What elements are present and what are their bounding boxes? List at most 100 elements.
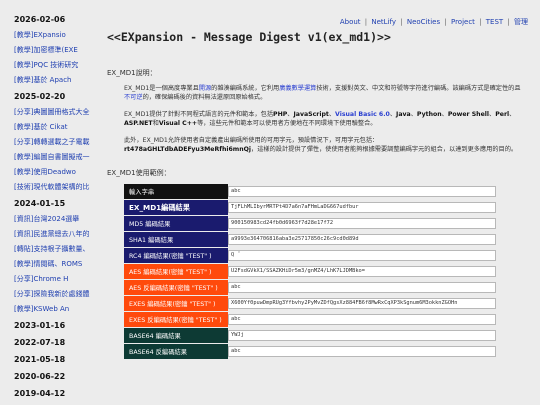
result-field[interactable]: abc: [228, 346, 496, 357]
sidebar-article-link[interactable]: [資訊]台灣2024選舉: [14, 215, 79, 223]
nav-project-link[interactable]: Project: [451, 18, 475, 26]
usage-row: 輸入字串 abc: [124, 184, 498, 200]
usage-label: EX_MD1使用範例：: [107, 169, 171, 177]
usage-row-label: EXES 反編碼結果(密鑰 "TEST" ): [124, 312, 228, 328]
input-string-field[interactable]: abc: [228, 186, 496, 197]
p1-text-a: EX_MD1是一個高度專業且: [124, 85, 199, 92]
nav-netlify-link[interactable]: NetLify: [371, 18, 396, 26]
default-charset: rt478aGHLTdbADEFyu3MeRfhi6mnQj: [124, 146, 252, 153]
result-field[interactable]: TjFLhMLIbyrMRTPt4D7a6n7aFHmLaDG667udfbur: [228, 202, 496, 213]
sidebar-date: 2024-01-15: [14, 199, 66, 208]
sidebar-article-link[interactable]: [教學]基於 Apach: [14, 76, 72, 84]
lang-php: PHP: [273, 111, 288, 118]
usage-row-label: AES 反編碼結果(密鑰 "TEST" ): [124, 280, 228, 296]
usage-row-value-cell: Q ˇ: [228, 248, 498, 264]
usage-row-value-cell: abc: [228, 184, 498, 200]
sidebar-article-link[interactable]: [資訊]民進黨總去八年的: [14, 230, 89, 238]
nav-admin-link[interactable]: 管理: [514, 18, 528, 26]
nav-separator: |: [400, 18, 403, 26]
sidebar-item: [資訊]民進黨總去八年的: [14, 228, 110, 243]
sidebar-date: 2023-01-16: [14, 321, 66, 330]
result-field[interactable]: a9993e364706816aba3e25717850c26c9cd0d89d: [228, 234, 496, 245]
open-source-link[interactable]: 開源: [199, 85, 211, 92]
sidebar-article-link[interactable]: [教學]使用Deadwo: [14, 168, 76, 176]
sidebar-item: [分享]典圖圖冊格式大全: [14, 106, 110, 121]
usage-row-value-cell: 900150983cd24fb0d6963f7d28e17f72: [228, 216, 498, 232]
result-field[interactable]: 900150983cd24fb0d6963f7d28e17f72: [228, 218, 496, 229]
usage-row-label: BASE64 反編碼結果: [124, 344, 228, 360]
irreversible-link[interactable]: 不可逆: [124, 94, 143, 101]
sidebar-item: [分享]Chrome H: [14, 273, 110, 288]
usage-row-value-cell: abc: [228, 312, 498, 328]
p1-text-c: 技術，支援對英文、中文和符號等字符進行編碼。該編碼方式是確定性的且: [316, 85, 521, 92]
sidebar-date: 2026-02-06: [14, 15, 66, 24]
sidebar-item: [分享]探險我新於處錢體: [14, 288, 110, 303]
lang-python: Python: [416, 111, 442, 118]
result-field[interactable]: U2FsdGVkX1/SSAZKHiDr5m3/gnMZ4/LhK7LJDMBk…: [228, 266, 496, 277]
usage-row: AES 編碼結果(密鑰 "TEST" ) U2FsdGVkX1/SSAZKHiDr…: [124, 264, 498, 280]
sidebar-article-link[interactable]: [教學]編圖自書圖擬戒一: [14, 153, 89, 161]
intro-label: EX_MD1說明：: [107, 69, 157, 77]
sidebar-article-link[interactable]: [教學]KSWeb An: [14, 305, 69, 313]
usage-row-label: MD5 編碼結果: [124, 216, 228, 232]
math-operation-link[interactable]: 廣義數學運算: [279, 85, 316, 92]
sidebar-article-link[interactable]: [分享]探險我新於處錢體: [14, 290, 89, 298]
p2-text-b: 等，這些元件和範本可以使用者方便地在不同環境下使用驗整合。: [197, 120, 377, 127]
sidebar-article-link[interactable]: [教學]基於 Cikat: [14, 123, 67, 131]
sidebar-article-link[interactable]: [技術]現代軟體架構的比: [14, 183, 89, 191]
usage-row: EXES 反編碼結果(密鑰 "TEST" ) abc: [124, 312, 498, 328]
sidebar-item: [教學]EXpansio: [14, 29, 110, 44]
lang-aspnet: ASP.NET: [124, 120, 153, 127]
result-field[interactable]: YWJj: [228, 330, 496, 341]
sidebar-item: [技術]現代軟體架構的比: [14, 181, 110, 196]
sidebar-article-link[interactable]: [教學]情閱碼、ROMS: [14, 260, 82, 268]
sidebar-item: [分享]轉轉選載之子電載: [14, 136, 110, 151]
description-paragraph-2: EX_MD1提供了針對不同程式語言的元件和範本，包括PHP 、 JavaScript…: [124, 110, 522, 128]
sidebar-article-link[interactable]: [分享]Chrome H: [14, 275, 68, 283]
sidebar-item: [教學]基於 Apach: [14, 74, 110, 89]
usage-row: BASE64 反編碼結果 abc: [124, 344, 498, 360]
p1-text-b: 的雜湊編碼系統，它利用: [211, 85, 280, 92]
sidebar-date: 2025-02-20: [14, 92, 66, 101]
sidebar-date: 2021-05-18: [14, 355, 66, 364]
nav-test-link[interactable]: TEST: [486, 18, 503, 26]
result-field[interactable]: abc: [228, 314, 496, 325]
description-paragraph-1: EX_MD1是一個高度專業且開源的雜湊編碼系統，它利用廣義數學運算技術，支援對英…: [124, 84, 522, 102]
usage-row: MD5 編碼結果 900150983cd24fb0d6963f7d28e17f72: [124, 216, 498, 232]
separator: 、: [509, 111, 516, 118]
lang-vcpp: Visual C++: [158, 120, 198, 127]
usage-row-value-cell: abc: [228, 280, 498, 296]
sidebar-item: [教學]KSWeb An: [14, 303, 110, 318]
top-nav: About | NetLify | NeoCities | Project | …: [340, 17, 528, 27]
sidebar: 2026-02-06 [教學]EXpansio [教學]加密標準(EXE [教學]PQ…: [14, 12, 110, 405]
usage-row-label: AES 編碼結果(密鑰 "TEST" ): [124, 264, 228, 280]
sidebar-item: [教學]基於 Cikat: [14, 121, 110, 136]
usage-row-label: SHA1 編碼結果: [124, 232, 228, 248]
nav-separator: |: [507, 18, 510, 26]
sidebar-article-link[interactable]: [教學]加密標準(EXE: [14, 46, 78, 54]
result-field[interactable]: abc: [228, 282, 496, 293]
nav-about-link[interactable]: About: [340, 18, 361, 26]
result-field[interactable]: X600Yf0puwDmpRUg3Yfbvhy2PyMvZDfQgsXz884F…: [228, 298, 496, 309]
usage-row: EX_MD1編碼結果 TjFLhMLIbyrMRTPt4D7a6n7aFHmLaD…: [124, 200, 498, 216]
sidebar-date: 2019-04-12: [14, 389, 66, 398]
description-paragraph-3: 此外，EX_MD1允許使用者自定義產出編碼所使用的可用字元，預設情況下，可用字元…: [124, 136, 522, 154]
sidebar-date: 2022-07-18: [14, 338, 66, 347]
usage-row-value-cell: TjFLhMLIbyrMRTPt4D7a6n7aFHmLaDG667udfbur: [228, 200, 498, 216]
usage-row: SHA1 編碼結果 a9993e364706816aba3e25717850c26…: [124, 232, 498, 248]
p3-text-a: 此外，EX_MD1允許使用者自定義產出編碼所使用的可用字元，預設情況下，可用字元…: [124, 137, 379, 144]
sidebar-item: [教學]加密標準(EXE: [14, 44, 110, 59]
result-field[interactable]: Q ˇ: [228, 250, 496, 261]
sidebar-article-link[interactable]: [教學]PQC 技術研究: [14, 61, 78, 69]
sidebar-article-link[interactable]: [教學]EXpansio: [14, 31, 66, 39]
sidebar-date: 2020-06-22: [14, 372, 66, 381]
sidebar-article-link[interactable]: [分享]轉轉選載之子電載: [14, 138, 89, 146]
usage-row-label: EX_MD1編碼結果: [124, 200, 228, 216]
usage-row-value-cell: YWJj: [228, 328, 498, 344]
sidebar-article-link[interactable]: [轉貼]支持根子攝數量、: [14, 245, 89, 253]
p1-text-d: 的，確保編碼後的資料無法還原回原始格式。: [142, 94, 267, 101]
nav-neocities-link[interactable]: NeoCities: [407, 18, 440, 26]
sidebar-article-link[interactable]: [分享]典圖圖冊格式大全: [14, 108, 89, 116]
lang-vb6: Visual Basic 6.0: [335, 111, 390, 118]
usage-row-value-cell: abc: [228, 344, 498, 360]
